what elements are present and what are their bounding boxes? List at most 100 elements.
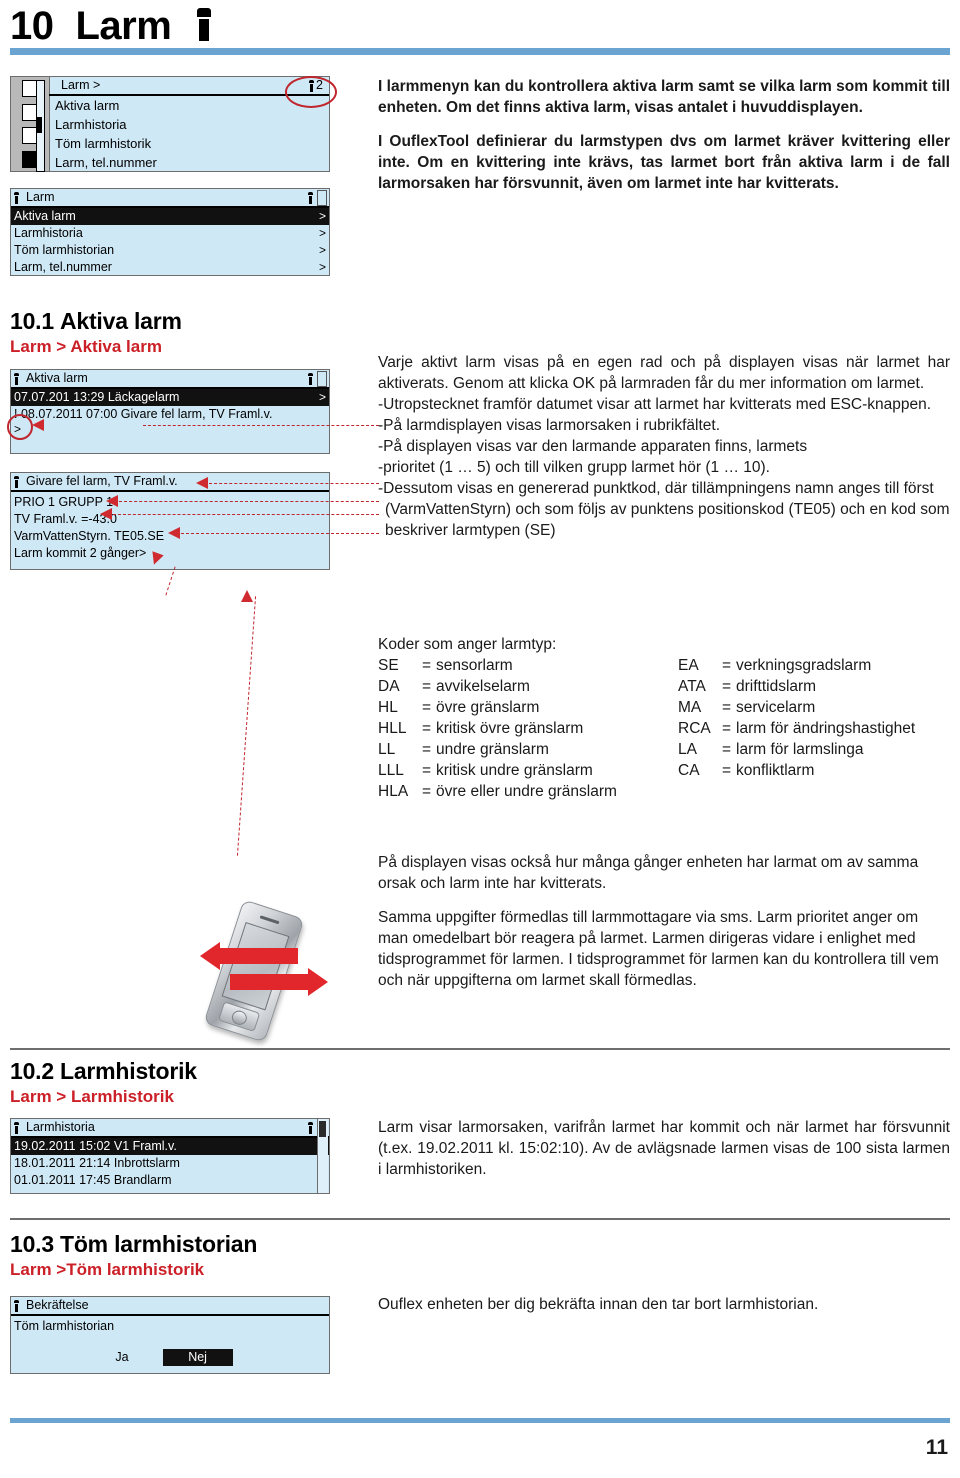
lcd-scroll-strip[interactable] <box>36 80 45 172</box>
row-label: 01.01.2011 17:45 Brandlarm <box>14 1173 172 1187</box>
code-entry: DA = avvikelselarm <box>378 678 530 695</box>
bullet-10-1-1: -Utropstecknet framför datumet visar att… <box>378 396 932 413</box>
callout-leader <box>143 425 379 426</box>
section-10-1-number: 10.1 <box>10 308 54 334</box>
section-divider <box>10 1048 950 1050</box>
section-10-1-heading: 10.1 Aktiva larm Larm > Aktiva larm <box>10 308 182 363</box>
chevron-right-icon: > <box>318 243 326 257</box>
row-label: Larmhistoria <box>14 226 83 240</box>
code-entry: MA = servicelarm <box>678 699 816 716</box>
bell-icon <box>13 475 20 488</box>
lcd-main-menu-item[interactable]: Töm larmhistorik <box>49 134 329 153</box>
paragraph-10-3: Ouflex enheten ber dig bekräfta innan de… <box>378 1296 819 1313</box>
section-10-1-sms-text: På displayen visas också hur många gånge… <box>378 852 950 1004</box>
code-entry: RCA = larm för ändringshastighet <box>678 720 916 737</box>
lcd-larm-menu[interactable]: Larm Aktiva larm > Larmhistoria > Töm la… <box>10 188 330 276</box>
section-10-1-body: Varje aktivt larm visas på en egen rad o… <box>378 352 950 541</box>
lcd-main-menu-item[interactable]: Larm, tel.nummer <box>49 153 329 172</box>
breadcrumb-10-3: Larm >Töm larmhistorik <box>10 1260 205 1279</box>
lcd-larm-menu-row[interactable]: Larm, tel.nummer > <box>11 259 329 276</box>
section-10-3-number: 10.3 <box>10 1231 54 1257</box>
lcd-active-alarms-title: Aktiva larm <box>11 370 329 389</box>
bullet-10-1-4: -prioritet (1 … 5) och till vilken grupp… <box>378 459 770 476</box>
section-10-2-heading: 10.2 Larmhistorik Larm > Larmhistorik <box>10 1058 197 1113</box>
callout-arrow <box>32 419 44 431</box>
lcd-alarm-detail[interactable]: Givare fel larm, TV Framl.v. PRIO 1 GRUP… <box>10 472 330 570</box>
intro-text-block: I larmmenyn kan du kontrollera aktiva la… <box>378 76 950 207</box>
row-label: Töm larmhistorian <box>14 243 115 257</box>
code-entry: LLL = kritisk undre gränslarm <box>378 762 593 779</box>
section-10-3-heading-text: 10.3 Töm larmhistorian <box>10 1231 257 1258</box>
callout-leader <box>119 501 379 502</box>
bullet-10-1-5: -Dessutom visas en genererad punktkod, d… <box>378 480 950 539</box>
lcd-active-alarms[interactable]: Aktiva larm 07.07.201 13:29 Läckagelarm … <box>10 369 330 454</box>
alarm-detail-line[interactable]: Larm kommit 2 gånger> <box>14 545 326 562</box>
alarm-detail-line: PRIO 1 GRUPP 1 <box>14 495 114 509</box>
code-entry: HLA = övre eller undre gränslarm <box>378 783 617 800</box>
bell-icon <box>13 372 20 385</box>
confirm-yes-button[interactable]: Ja <box>107 1349 136 1366</box>
lcd-scrollbar[interactable] <box>317 1119 328 1193</box>
lcd-confirm-dialog[interactable]: Bekräftelse Töm larmhistorian Ja Nej <box>10 1296 330 1374</box>
row-label: Larm, tel.nummer <box>14 260 112 274</box>
row-label: Aktiva larm <box>14 209 76 223</box>
section-10-1-heading-text: 10.1 Aktiva larm <box>10 308 182 335</box>
callout-ellipse <box>7 414 33 440</box>
page-number: 11 <box>925 1436 948 1459</box>
lcd-main-menu-item[interactable]: Larmhistoria <box>49 115 329 134</box>
callout-leader <box>113 514 379 515</box>
section-10-2-title: Larmhistorik <box>59 1058 197 1084</box>
section-10-1-title: Aktiva larm <box>59 308 182 334</box>
code-entry: SE = sensorlarm <box>378 657 513 674</box>
paragraph-10-2: Larm visar larmorsaken, varifrån larmet … <box>378 1119 950 1178</box>
bell-icon <box>13 1121 20 1134</box>
callout-arrow-up <box>241 590 253 602</box>
active-alarm-row[interactable]: ! 08.07.2011 07:00 Givare fel larm, TV F… <box>11 406 329 423</box>
lcd-larm-menu-row[interactable]: Aktiva larm > <box>11 208 329 225</box>
mobile-phone-illustration <box>196 898 328 1048</box>
active-alarm-row[interactable]: 07.07.201 13:29 Läckagelarm > <box>11 389 329 406</box>
history-row[interactable]: 01.01.2011 17:45 Brandlarm > <box>11 1172 329 1189</box>
history-row[interactable]: 18.01.2011 21:14 Inbrottslarm > <box>11 1155 329 1172</box>
section-10-3-body: Ouflex enheten ber dig bekräfta innan de… <box>378 1294 950 1328</box>
lcd-alarm-history[interactable]: Larmhistoria 19.02.2011 15:02 V1 Framl.v… <box>10 1118 330 1194</box>
breadcrumb-10-1: Larm > Aktiva larm <box>10 337 162 356</box>
alarm-code-table: Koder som anger larmtyp: SE = sensorlarm E… <box>378 634 950 802</box>
header-divider <box>10 48 950 55</box>
bullet-10-1-3: -På displayen visas var den larmande app… <box>378 438 808 455</box>
paragraph-sms-2: Samma uppgifter förmedlas till larmmotta… <box>378 909 939 989</box>
footer-divider <box>10 1418 950 1423</box>
code-entry: CA = konfliktlarm <box>678 762 815 779</box>
lcd-main-menu[interactable]: Larm > 2 Aktiva larm Larmhistoria Töm la… <box>10 76 330 172</box>
bell-icon <box>13 1299 20 1312</box>
scroll-thumb-icon <box>317 189 327 206</box>
chevron-right-icon: > <box>318 209 326 223</box>
lcd-alarm-detail-title-text: Givare fel larm, TV Framl.v. <box>26 474 178 488</box>
sms-arrow-left-icon <box>200 942 298 970</box>
callout-ellipse <box>285 76 337 108</box>
lcd-confirm-title-text: Bekräftelse <box>26 1298 89 1312</box>
confirm-no-button[interactable]: Nej <box>162 1349 233 1366</box>
callout-arrow <box>106 495 118 507</box>
history-row[interactable]: 19.02.2011 15:02 V1 Framl.v. > <box>11 1138 329 1155</box>
chapter-number: 10 <box>10 4 54 48</box>
page-title: 10 Larm <box>10 4 215 49</box>
alarm-bell-icon <box>193 7 215 46</box>
phone-screen <box>221 922 290 1011</box>
code-entry: LA = larm för larmslinga <box>678 741 864 758</box>
bell-icon <box>307 1121 314 1134</box>
lcd-larm-menu-row[interactable]: Töm larmhistorian > <box>11 242 329 259</box>
row-label: 07.07.201 13:29 Läckagelarm <box>14 390 180 404</box>
section-10-2-number: 10.2 <box>10 1058 54 1084</box>
callout-arrow <box>168 527 180 539</box>
lcd-larm-menu-title: Larm <box>11 189 329 208</box>
code-entry: EA = verkningsgradslarm <box>678 657 872 674</box>
chapter-title: Larm <box>75 4 172 48</box>
chevron-right-icon: > <box>318 226 326 240</box>
code-entry: HLL = kritisk övre gränslarm <box>378 720 584 737</box>
lcd-larm-menu-row[interactable]: Larmhistoria > <box>11 225 329 242</box>
callout-leader <box>209 483 379 484</box>
bell-icon <box>307 191 314 204</box>
codes-title: Koder som anger larmtyp: <box>378 636 557 653</box>
bullet-10-1-2: -På larmdisplayen visas larmorsaken i ru… <box>378 417 720 434</box>
